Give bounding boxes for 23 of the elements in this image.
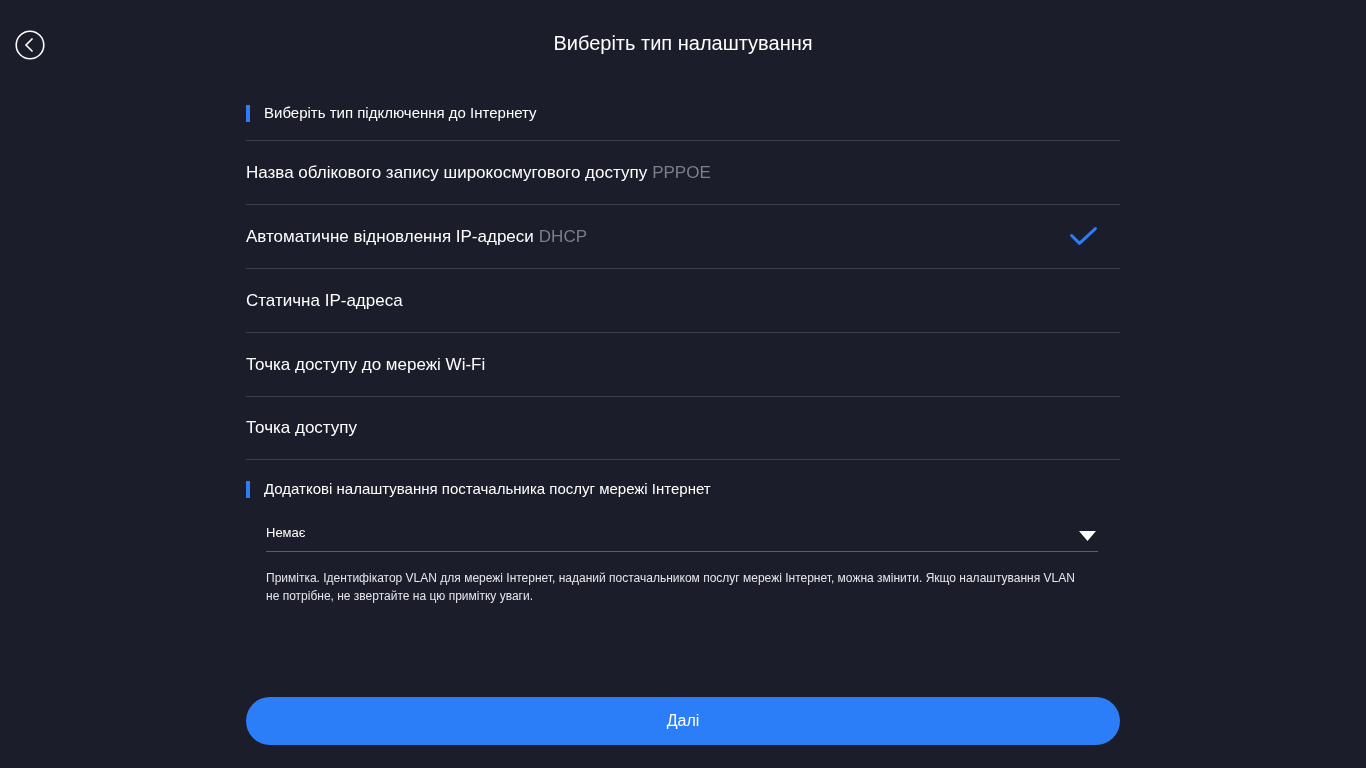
vlan-select[interactable]: Немає — [266, 518, 1098, 552]
protocol-tag: PPPOE — [652, 162, 711, 183]
section-marker-icon — [246, 104, 250, 122]
connection-option[interactable]: Назва облікового запису широкосмугового доступу PPPOE — [246, 140, 1120, 204]
connection-option[interactable]: Точка доступу до мережі Wi-Fi — [246, 332, 1120, 396]
section-marker-icon — [246, 480, 250, 498]
option-label: Автоматичне відновлення IP-адреси — [246, 226, 534, 247]
option-label: Точка доступу — [246, 418, 358, 438]
section-heading: Додаткові налаштування постачальника послуг мережі Інтернет — [264, 480, 711, 498]
page-title: Виберіть тип налаштування — [553, 31, 813, 55]
note-text: Примітка. Ідентифікатор VLAN для мережі Інтернет, наданий постачальником послуг мережі Інтернет, можна змінити. Якщо налаштування VLAN не потрібне, не звертайте на цю примітку уваги. — [266, 570, 1076, 605]
connection-option[interactable]: Точка доступу — [246, 396, 1120, 460]
back-icon — [15, 30, 45, 60]
option-label: Точка доступу до мережі Wi-Fi — [246, 354, 486, 375]
protocol-tag: DHCP — [538, 226, 587, 247]
caret-icon — [1079, 530, 1096, 541]
next-button[interactable]: Далі — [246, 697, 1120, 745]
option-label: Назва облікового запису широкосмугового доступу — [246, 162, 648, 183]
back-button[interactable] — [15, 30, 45, 60]
connection-option[interactable]: Статична IP-адреса — [246, 268, 1120, 332]
option-label: Статична IP-адреса — [246, 290, 403, 311]
section-heading: Виберіть тип підключення до Інтернету — [264, 104, 537, 122]
connection-option[interactable]: Автоматичне відновлення IP-адреси DHCP — [246, 204, 1120, 268]
